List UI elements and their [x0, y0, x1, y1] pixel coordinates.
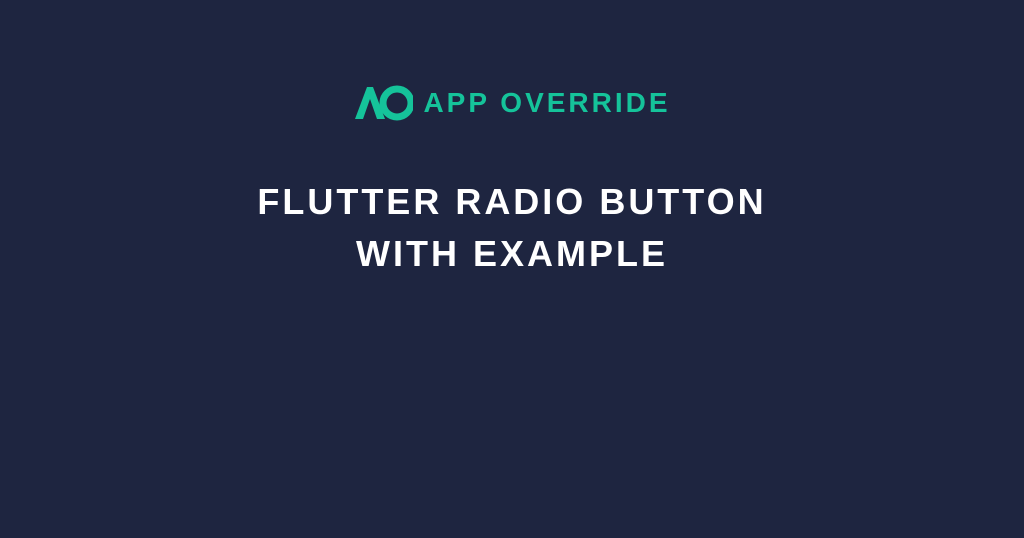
ao-logo-icon — [353, 85, 413, 121]
title-line-1: FLUTTER RADIO BUTTON — [257, 176, 766, 228]
title-line-2: WITH EXAMPLE — [257, 228, 766, 280]
page-title: FLUTTER RADIO BUTTON WITH EXAMPLE — [257, 176, 766, 280]
logo-text: APP OVERRIDE — [423, 87, 670, 119]
logo: APP OVERRIDE — [353, 85, 670, 121]
